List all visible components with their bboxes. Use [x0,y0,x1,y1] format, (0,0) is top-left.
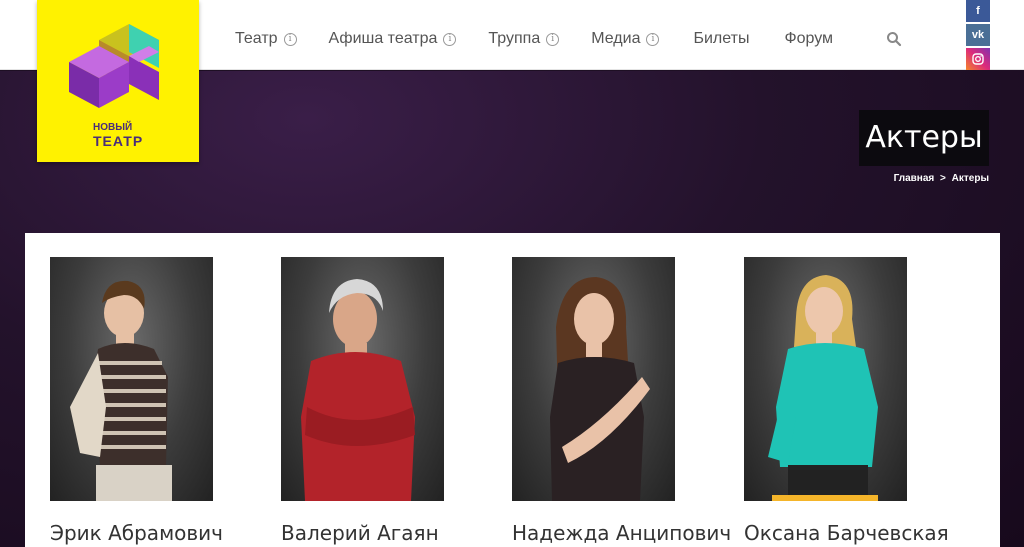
actor-card[interactable]: Оксана Барчевская [744,257,949,545]
actor-photo[interactable] [281,257,444,501]
logo-line2: ТЕАТР [93,133,144,149]
main-menu: Театр i Афиша театра i Труппа i Медиа i … [235,30,833,48]
info-icon[interactable]: i [546,32,560,46]
actor-card[interactable]: Эрик Абрамович [50,257,223,545]
menu-item-playbill[interactable]: Афиша театра i [329,30,457,48]
social-links: f vk [966,0,990,72]
instagram-icon[interactable] [966,48,990,70]
cube-logo-icon [69,24,159,108]
info-icon[interactable]: i [646,32,660,46]
breadcrumb: Главная > Актеры [894,173,989,184]
menu-item-troupe[interactable]: Труппа i [488,30,560,48]
actor-photo[interactable] [512,257,675,501]
theatre-logo[interactable]: НОВЫЙ ТЕАТР [37,0,199,162]
logo-wordmark: НОВЫЙ ТЕАТР [93,122,144,150]
menu-item-label: Медиа [591,30,641,47]
breadcrumb-separator: > [940,173,946,184]
menu-item-forum[interactable]: Форум [784,30,833,48]
menu-item-label: Театр [235,30,278,47]
actor-name[interactable]: Эрик Абрамович [50,521,223,545]
menu-item-label: Труппа [488,30,541,47]
vk-icon[interactable]: vk [966,24,990,46]
page-title: Актеры [865,120,983,155]
menu-item-label: Билеты [693,30,750,47]
actor-name[interactable]: Надежда Анципович [512,521,731,545]
menu-item-theatre[interactable]: Театр i [235,30,297,48]
actor-card[interactable]: Валерий Агаян [281,257,451,545]
actor-name[interactable]: Оксана Барчевская [744,521,949,545]
search-icon[interactable] [886,31,902,47]
facebook-icon[interactable]: f [966,0,990,22]
actor-photo[interactable] [744,257,907,501]
menu-item-label: Афиша театра [328,30,438,47]
menu-item-tickets[interactable]: Билеты [693,30,749,48]
menu-item-label: Форум [784,30,834,47]
logo-line1: НОВЫЙ [93,122,133,133]
page-title-box: Актеры [859,110,989,166]
actor-card[interactable]: Надежда Анципович [512,257,731,545]
info-icon[interactable]: i [443,32,457,46]
breadcrumb-home-link[interactable]: Главная [894,173,935,184]
actor-photo[interactable] [50,257,213,501]
actors-grid: Эрик Абрамович Валерий Агаян Надежда Анц [25,233,1000,547]
menu-item-media[interactable]: Медиа i [591,30,660,48]
breadcrumb-current: Актеры [951,173,989,184]
actor-name[interactable]: Валерий Агаян [281,521,439,545]
info-icon[interactable]: i [283,32,297,46]
